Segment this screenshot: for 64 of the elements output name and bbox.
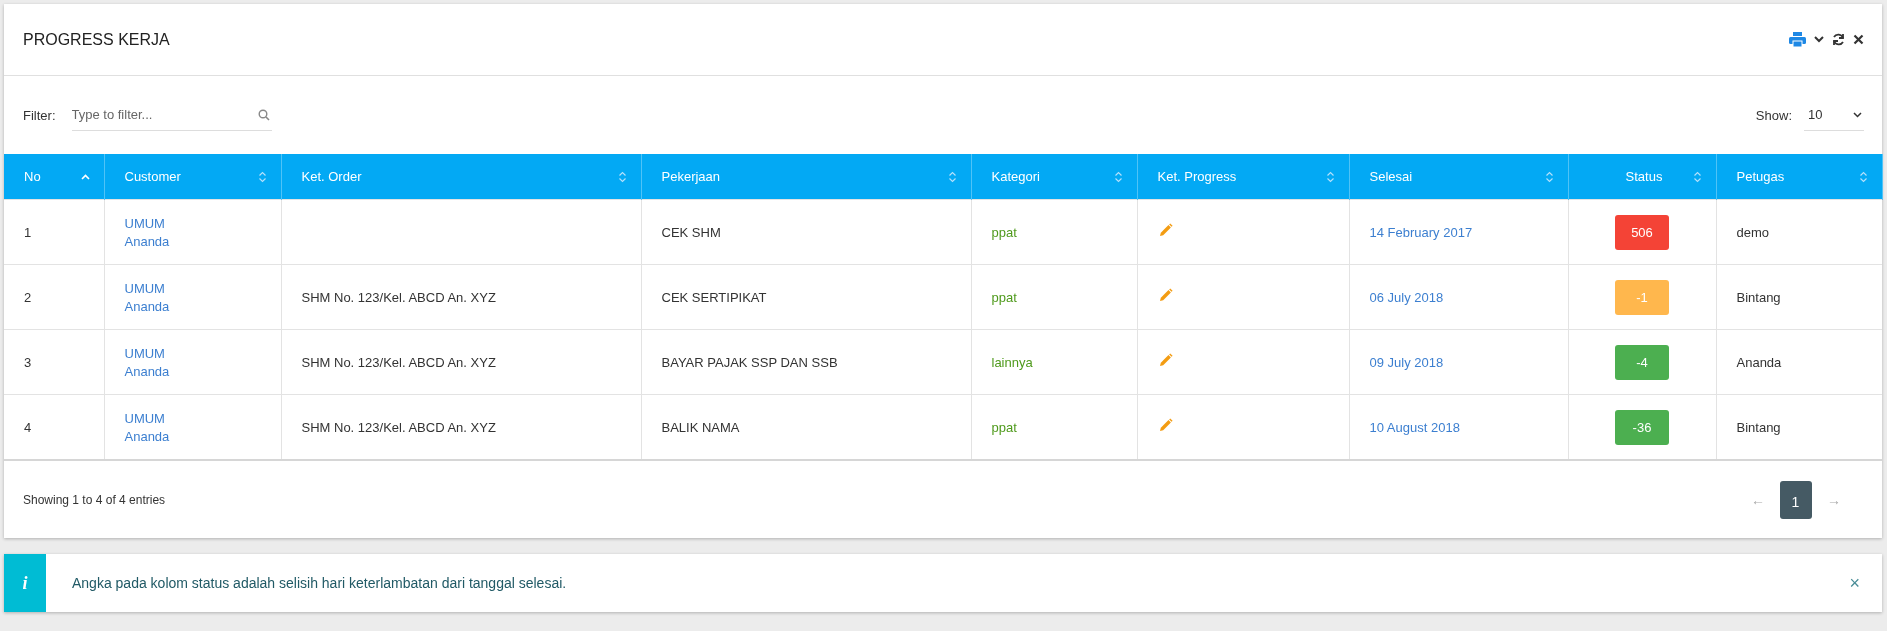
customer-link[interactable]: UMUM (124, 345, 165, 361)
table-cell: Bintang (1736, 419, 1781, 435)
chevron-down-icon (1853, 111, 1862, 118)
row-number: 4 (24, 419, 32, 435)
column-header[interactable]: Kategori (971, 154, 1137, 200)
column-header[interactable]: Petugas (1716, 154, 1882, 200)
status-badge: -36 (1615, 409, 1669, 445)
status-badge: -1 (1615, 279, 1669, 315)
filter-label: Filter: (23, 107, 56, 123)
column-header[interactable]: No (4, 154, 104, 200)
date-link[interactable]: 06 July 2018 (1369, 289, 1444, 305)
row-number: 1 (24, 224, 32, 240)
customer-link[interactable]: Ananda (124, 233, 170, 249)
panel-title: PROGRESS KERJA (23, 30, 171, 49)
close-icon[interactable] (1853, 34, 1864, 45)
row-number: 2 (24, 289, 32, 305)
table-cell: demo (1736, 224, 1770, 240)
table-cell: BAYAR PAJAK SSP DAN SSB (661, 354, 838, 370)
pencil-icon[interactable] (1157, 418, 1173, 433)
table-cell: SHM No. 123/Kel. ABCD An. XYZ (301, 354, 496, 370)
row-number: 3 (24, 354, 32, 370)
column-header[interactable]: Ket. Progress (1137, 154, 1349, 200)
table-cell: BALIK NAMA (661, 419, 740, 435)
table-cell: SHM No. 123/Kel. ABCD An. XYZ (301, 419, 496, 435)
category-text: lainnya (991, 354, 1033, 370)
category-text: ppat (991, 224, 1017, 240)
date-link[interactable]: 09 July 2018 (1369, 354, 1444, 370)
status-badge: -4 (1615, 344, 1669, 380)
alert-message: Angka pada kolom status adalah selisih hari keterlambatan dari tanggal selesai. (72, 575, 568, 591)
close-button[interactable]: × (1843, 571, 1866, 595)
customer-link[interactable]: Ananda (124, 363, 170, 379)
customer-link[interactable]: Ananda (124, 298, 170, 314)
table-cell: Bintang (1736, 289, 1781, 305)
refresh-icon[interactable] (1832, 33, 1845, 46)
chevron-down-icon[interactable] (1814, 36, 1824, 43)
column-header[interactable]: Selesai (1349, 154, 1568, 200)
filter-field[interactable]: Type to filter... (71, 99, 272, 131)
column-header[interactable]: Ket. Order (281, 154, 641, 200)
table-cell: CEK SERTIPIKAT (661, 289, 767, 305)
table-cell: CEK SHM (661, 224, 721, 240)
status-badge: 506 (1615, 214, 1669, 250)
customer-link[interactable]: UMUM (124, 410, 165, 426)
entries-info: Showing 1 to 4 of 4 entries (23, 492, 166, 507)
table-cell: SHM No. 123/Kel. ABCD An. XYZ (301, 289, 496, 305)
page-button[interactable]: 1 (1780, 480, 1812, 519)
date-link[interactable]: 10 August 2018 (1369, 419, 1460, 435)
category-text: ppat (991, 419, 1017, 435)
date-link[interactable]: 14 February 2017 (1369, 224, 1473, 240)
column-header[interactable]: Status (1568, 154, 1716, 200)
page-size-select[interactable]: 10 (1804, 99, 1864, 131)
pencil-icon[interactable] (1157, 288, 1173, 303)
category-text: ppat (991, 289, 1017, 305)
column-header[interactable]: Pekerjaan (641, 154, 971, 200)
pencil-icon[interactable] (1157, 223, 1173, 238)
search-icon (257, 109, 270, 121)
info-icon: i (4, 554, 46, 612)
table-cell: Ananda (1736, 354, 1782, 370)
customer-link[interactable]: UMUM (124, 215, 165, 231)
customer-link[interactable]: UMUM (124, 280, 165, 296)
column-header[interactable]: Customer (104, 154, 281, 200)
customer-link[interactable]: Ananda (124, 428, 170, 444)
printer-icon[interactable] (1789, 32, 1806, 47)
show-label: Show: (1755, 107, 1792, 123)
pencil-icon[interactable] (1157, 353, 1173, 368)
